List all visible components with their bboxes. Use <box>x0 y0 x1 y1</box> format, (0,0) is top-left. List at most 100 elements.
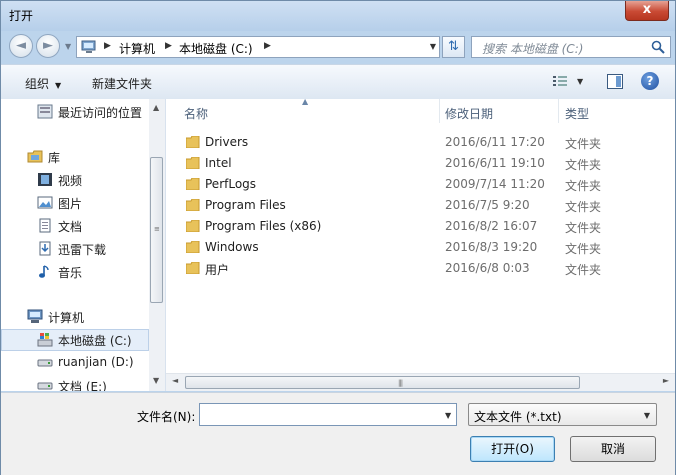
file-name: Drivers <box>205 135 249 149</box>
new-folder-button[interactable]: 新建文件夹 <box>92 75 152 92</box>
folder-icon <box>186 220 200 232</box>
file-date: 2016/6/11 17:20 <box>445 135 545 149</box>
download-icon <box>39 241 51 256</box>
navigation-pane: 最近访问的位置 库 视频 图片 文档 迅雷下载 音乐 计算机 本地磁盘 (C:)… <box>1 99 166 391</box>
sidebar-item-videos[interactable]: 视频 <box>1 169 149 191</box>
scroll-up-icon[interactable]: ▲ <box>153 103 159 112</box>
organize-label: 组织 <box>25 77 50 91</box>
window-title: 打开 <box>9 9 34 23</box>
sidebar-item-label: 最近访问的位置 <box>58 106 143 120</box>
list-item[interactable]: Drivers 2016/6/11 17:20 文件夹 <box>166 132 675 153</box>
recent-pages-dropdown-icon[interactable]: ▼ <box>65 42 71 51</box>
scrollbar-thumb[interactable]: ||| <box>185 376 580 389</box>
sidebar-item-drive-e[interactable]: 文档 (E:) <box>1 375 149 391</box>
column-header-type[interactable]: 类型 <box>565 105 589 122</box>
breadcrumb-separator-icon[interactable]: ▶ <box>165 41 172 51</box>
breadcrumb-local-disk[interactable]: 本地磁盘 (C:) <box>179 40 253 57</box>
drive-icon <box>37 359 53 367</box>
view-dropdown-icon[interactable]: ▼ <box>577 77 583 86</box>
folder-icon <box>186 262 200 274</box>
file-date: 2016/8/3 19:20 <box>445 240 538 254</box>
cancel-button[interactable]: 取消 <box>570 436 656 462</box>
list-item[interactable]: Windows 2016/8/3 19:20 文件夹 <box>166 237 675 258</box>
sidebar-item-libraries[interactable]: 库 <box>1 146 149 168</box>
breadcrumb-computer[interactable]: 计算机 <box>119 40 155 57</box>
scroll-left-icon[interactable]: ◄ <box>172 376 178 385</box>
sidebar-item-label: 迅雷下载 <box>58 243 107 257</box>
search-box[interactable]: 搜索 本地磁盘 (C:) <box>471 36 671 58</box>
sidebar-item-downloads[interactable]: 迅雷下载 <box>1 238 149 260</box>
file-name: Program Files (x86) <box>205 219 322 233</box>
file-date: 2016/8/2 16:07 <box>445 219 538 233</box>
column-header-date[interactable]: 修改日期 <box>445 105 493 122</box>
open-button[interactable]: 打开(O) <box>470 436 555 462</box>
file-date: 2016/6/11 19:10 <box>445 156 545 170</box>
sidebar-item-computer[interactable]: 计算机 <box>1 306 149 328</box>
sidebar-item-label: 文档 <box>58 220 83 234</box>
file-type: 文件夹 <box>565 200 602 214</box>
open-file-dialog: 打开 x ◄ ► ▼ ▶ 计算机 ▶ 本地磁盘 (C:) ▶ ▼ ⇅ 搜索 本地… <box>0 0 676 475</box>
forward-button[interactable]: ► <box>36 34 60 58</box>
search-placeholder[interactable]: 搜索 本地磁盘 (C:) <box>482 40 583 57</box>
breadcrumb-separator-icon[interactable]: ▶ <box>264 41 271 51</box>
list-item[interactable]: 用户 2016/6/8 0:03 文件夹 <box>166 258 675 279</box>
sidebar-item-label: 库 <box>48 151 61 165</box>
scrollbar-thumb[interactable]: ≡ <box>150 157 163 303</box>
file-type: 文件夹 <box>565 263 602 277</box>
sidebar-item-recent[interactable]: 最近访问的位置 <box>1 101 149 123</box>
sidebar-item-pictures[interactable]: 图片 <box>1 192 149 214</box>
file-date: 2016/6/8 0:03 <box>445 261 530 275</box>
column-divider[interactable] <box>558 99 559 123</box>
scroll-right-icon[interactable]: ► <box>663 376 669 385</box>
help-icon[interactable]: ? <box>641 72 659 90</box>
computer-icon <box>27 309 43 323</box>
sidebar-item-label: 图片 <box>58 197 83 211</box>
recent-places-icon <box>37 104 53 119</box>
list-item[interactable]: Program Files 2016/7/5 9:20 文件夹 <box>166 195 675 216</box>
refresh-button[interactable]: ⇅ <box>442 36 465 58</box>
list-item[interactable]: PerfLogs 2009/7/14 11:20 文件夹 <box>166 174 675 195</box>
file-name: PerfLogs <box>205 177 257 191</box>
address-history-dropdown-icon[interactable]: ▼ <box>430 42 436 51</box>
folder-icon <box>186 136 200 148</box>
view-options-icon[interactable] <box>553 75 567 88</box>
sidebar-item-documents[interactable]: 文档 <box>1 215 149 237</box>
sidebar-item-label: 本地磁盘 (C:) <box>58 334 132 348</box>
preview-pane-icon[interactable] <box>607 74 623 89</box>
filename-label: 文件名(N): <box>137 410 196 424</box>
content-area: 最近访问的位置 库 视频 图片 文档 迅雷下载 音乐 计算机 本地磁盘 (C:)… <box>1 97 675 391</box>
file-list-scrollbar[interactable]: ◄ ||| ► <box>166 373 675 391</box>
back-button[interactable]: ◄ <box>9 34 33 58</box>
filename-history-dropdown-icon[interactable]: ▼ <box>445 411 451 420</box>
sidebar-item-music[interactable]: 音乐 <box>1 261 149 283</box>
folder-icon <box>186 157 200 169</box>
sort-ascending-icon: ▲ <box>302 97 309 106</box>
system-drive-icon <box>37 333 53 347</box>
sidebar-item-label: 计算机 <box>48 311 85 325</box>
libraries-icon <box>27 150 43 163</box>
file-name: 用户 <box>205 263 230 277</box>
file-type-select[interactable]: 文本文件 (*.txt) ▼ <box>468 403 657 426</box>
list-item[interactable]: Intel 2016/6/11 19:10 文件夹 <box>166 153 675 174</box>
folder-icon <box>186 199 200 211</box>
file-list: ▲ 名称 修改日期 类型 Drivers 2016/6/11 17:20 文件夹… <box>166 97 675 391</box>
list-item[interactable]: Program Files (x86) 2016/8/2 16:07 文件夹 <box>166 216 675 237</box>
search-icon[interactable] <box>651 40 665 54</box>
nav-pane-scrollbar[interactable]: ▲ ≡ ▼ <box>149 99 165 391</box>
filename-field[interactable] <box>199 403 457 426</box>
sidebar-item-drive-d[interactable]: ruanjian (D:) <box>1 352 149 374</box>
address-bar[interactable]: ▶ 计算机 ▶ 本地磁盘 (C:) ▶ ▼ <box>76 36 440 58</box>
sidebar-item-label: 文档 (E:) <box>58 380 107 391</box>
file-type: 文件夹 <box>565 137 602 151</box>
file-name: Windows <box>205 240 259 254</box>
organize-menu[interactable]: 组织 ▼ <box>25 75 61 92</box>
breadcrumb-separator-icon[interactable]: ▶ <box>104 41 111 51</box>
file-name: Program Files <box>205 198 286 212</box>
column-header-name[interactable]: 名称 <box>184 105 208 122</box>
close-button[interactable]: x <box>625 1 669 21</box>
command-toolbar: 组织 ▼ 新建文件夹 ▼ ? <box>1 64 675 100</box>
sidebar-item-label: 音乐 <box>58 266 83 280</box>
sidebar-item-drive-c[interactable]: 本地磁盘 (C:) <box>1 329 149 351</box>
scroll-down-icon[interactable]: ▼ <box>153 376 159 385</box>
column-divider[interactable] <box>439 99 440 123</box>
